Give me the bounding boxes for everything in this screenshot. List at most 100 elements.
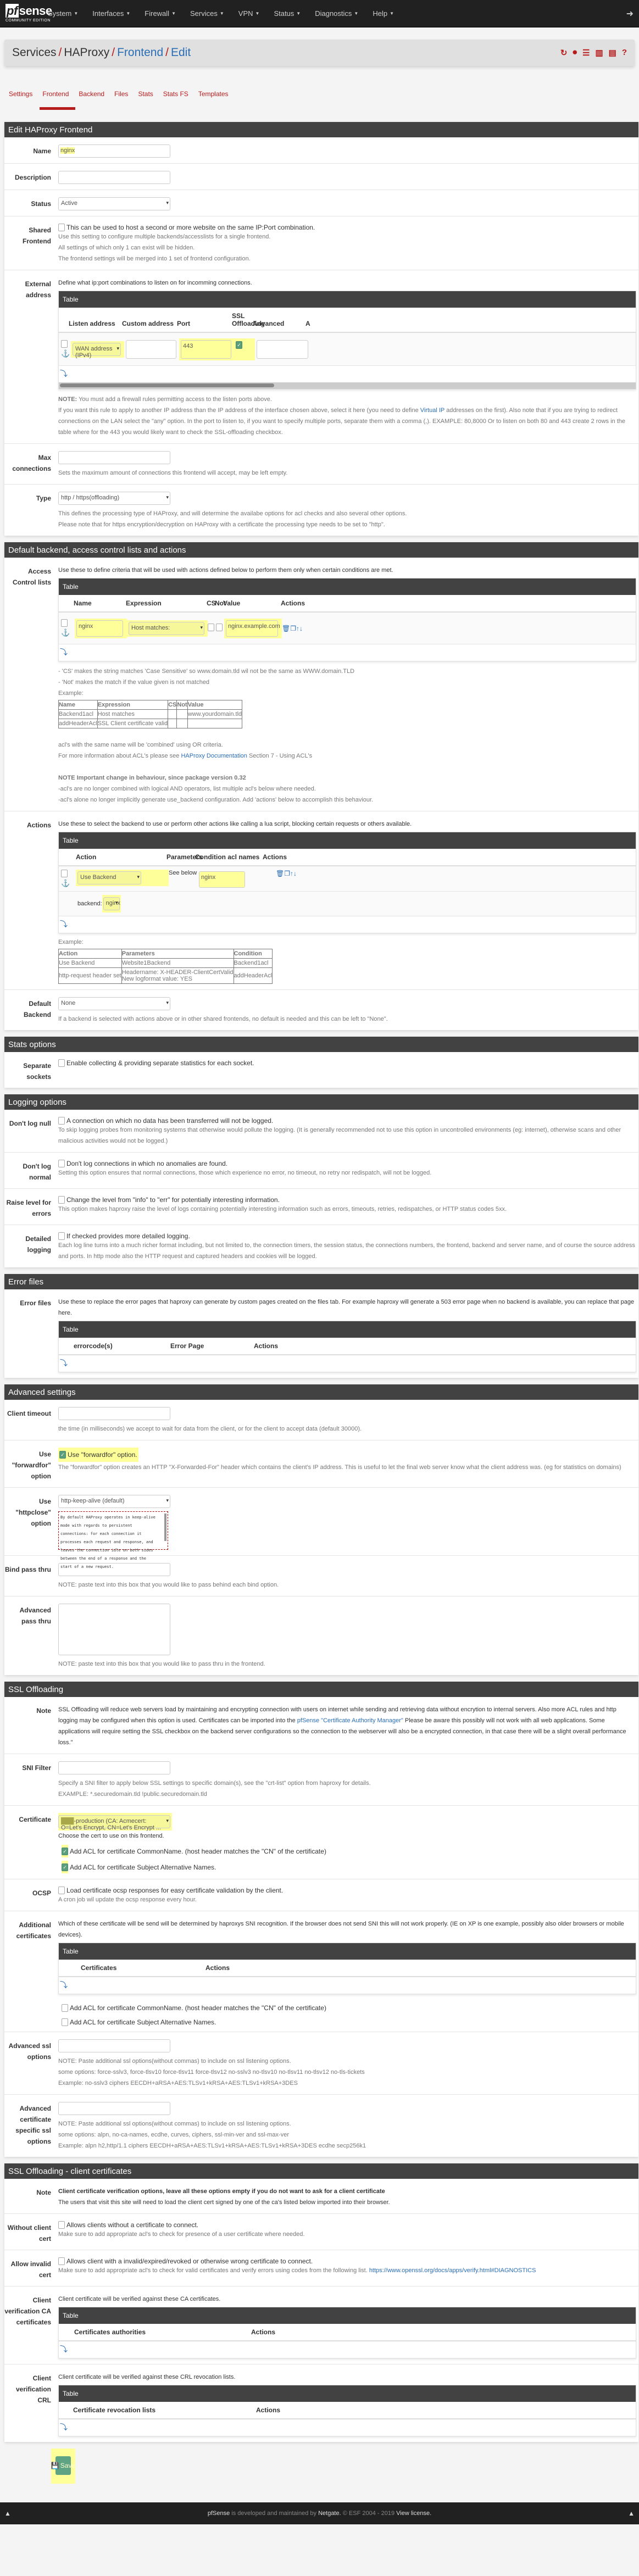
move-down-icon[interactable]: ↓ — [293, 870, 297, 877]
certificate-manager-link[interactable]: pfSense "Certificate Authority Manager" — [297, 1717, 403, 1724]
help-icon[interactable]: ? — [622, 48, 627, 58]
additional-acl-san-checkbox[interactable] — [62, 2018, 68, 2026]
tab-stats-fs[interactable]: Stats FS — [163, 90, 195, 103]
shared-frontend-checkbox[interactable] — [58, 224, 65, 231]
port-input[interactable]: 443 — [181, 340, 231, 359]
add-row-icon[interactable]: ⤵ — [59, 2341, 636, 2358]
custom-address-input[interactable] — [126, 340, 176, 359]
scrollbar[interactable] — [164, 1514, 166, 1541]
additional-acl-cn-checkbox[interactable] — [62, 2004, 68, 2012]
backend-select[interactable]: nginx — [103, 897, 120, 910]
sliders-icon[interactable]: ☰ — [582, 48, 590, 58]
advanced-ssl-input[interactable] — [58, 2039, 170, 2052]
detailed-logging-checkbox[interactable] — [58, 1232, 65, 1240]
without-client-cert-checkbox[interactable] — [58, 2221, 65, 2229]
haproxy-docs-link[interactable]: HAProxy Documentation — [181, 753, 247, 759]
sni-filter-input[interactable] — [58, 1761, 170, 1774]
nav-system[interactable]: System ▼ — [48, 9, 78, 18]
view-license-link[interactable]: View license. — [396, 2510, 431, 2517]
scroll-top-icon[interactable]: ▲ — [628, 2510, 635, 2517]
scroll-top-icon[interactable]: ▲ — [4, 2510, 11, 2517]
add-row-icon[interactable]: ⤵ — [59, 1355, 636, 1372]
tab-backend[interactable]: Backend — [79, 90, 111, 103]
copy-icon[interactable]: ❐ — [290, 625, 296, 632]
logout-icon[interactable]: ➜ — [626, 8, 634, 19]
anchor-icon[interactable]: ⚓ — [61, 349, 71, 358]
acl-example-table: Name Expression CS Not Value Backend1acl Host… — [58, 700, 243, 728]
additional-certificates-label: Additional certificates — [16, 1921, 51, 1940]
tab-stats[interactable]: Stats — [138, 90, 159, 103]
dont-log-normal-checkbox[interactable] — [58, 1160, 65, 1167]
add-row-icon[interactable]: ⤵ — [59, 916, 636, 933]
action-row-checkbox[interactable] — [61, 870, 68, 877]
panel-title: SSL Offloading — [4, 1682, 638, 1697]
netgate-link[interactable]: Netgate. — [318, 2510, 341, 2517]
max-connections-input[interactable] — [58, 451, 170, 464]
type-select[interactable]: http / https(offloading) — [58, 492, 170, 505]
listen-address-select[interactable]: WAN address (IPv4) — [73, 342, 121, 359]
acl-san-checkbox[interactable]: ✓ — [62, 1863, 68, 1871]
nav-help[interactable]: Help ▼ — [373, 9, 394, 18]
allow-invalid-cert-checkbox[interactable] — [58, 2257, 65, 2265]
tab-templates[interactable]: Templates — [198, 90, 235, 103]
ssl-offloading-checkbox[interactable]: ✓ — [236, 341, 242, 349]
nav-vpn[interactable]: VPN ▼ — [238, 9, 260, 18]
stop-icon[interactable]: ⏺ — [573, 48, 577, 58]
nav-services[interactable]: Services ▼ — [190, 9, 224, 18]
add-row-icon[interactable]: ⤵ — [59, 2419, 636, 2436]
anchor-icon[interactable]: ⚓ — [61, 628, 70, 637]
delete-icon[interactable]: 🗑 — [276, 870, 284, 877]
breadcrumb-haproxy: HAProxy — [64, 46, 110, 59]
virtual-ip-link[interactable]: Virtual IP — [420, 407, 444, 414]
tab-settings[interactable]: Settings — [9, 90, 39, 103]
acl-cs-checkbox[interactable] — [208, 624, 214, 631]
separate-sockets-checkbox[interactable] — [58, 1059, 65, 1067]
ocsp-checkbox[interactable] — [58, 1887, 65, 1894]
log-icon[interactable]: ▤ — [609, 48, 616, 58]
restart-icon[interactable]: ↻ — [560, 48, 568, 58]
httpclose-select[interactable]: http-keep-alive (default) — [58, 1495, 170, 1508]
advanced-input[interactable] — [257, 340, 308, 359]
breadcrumb-edit[interactable]: Edit — [171, 46, 191, 59]
add-row-icon[interactable]: ⤵ — [59, 1977, 636, 1994]
row-select-checkbox[interactable] — [61, 340, 68, 348]
tab-frontend[interactable]: Frontend — [40, 90, 76, 110]
pfsense-logo[interactable]: pf sense COMMUNITY EDITION — [5, 3, 52, 23]
action-select[interactable]: Use Backend — [77, 871, 141, 884]
acl-expression-select[interactable]: Host matches: — [129, 621, 204, 635]
bar-chart-icon[interactable]: ▥ — [595, 48, 603, 58]
nav-firewall[interactable]: Firewall ▼ — [145, 9, 176, 18]
anchor-icon[interactable]: ⚓ — [61, 879, 70, 887]
nav-diagnostics[interactable]: Diagnostics ▼ — [315, 9, 358, 18]
description-input[interactable] — [58, 171, 170, 184]
nav-status[interactable]: Status ▼ — [274, 9, 301, 18]
tab-files[interactable]: Files — [114, 90, 135, 103]
condition-acl-input[interactable]: nginx — [199, 871, 245, 888]
dont-log-null-checkbox[interactable] — [58, 1117, 65, 1125]
move-down-icon[interactable]: ↓ — [299, 625, 303, 632]
acl-not-checkbox[interactable] — [216, 624, 223, 631]
copy-icon[interactable]: ❐ — [284, 870, 290, 877]
openssl-diagnostics-link[interactable]: https://www.openssl.org/docs/apps/verify… — [369, 2267, 536, 2274]
nav-interfaces[interactable]: Interfaces ▼ — [92, 9, 130, 18]
client-timeout-input[interactable] — [58, 1407, 170, 1420]
save-button[interactable]: 💾 Save — [51, 2456, 75, 2475]
horizontal-scrollbar[interactable] — [59, 382, 636, 389]
add-row-icon[interactable]: ⤵ — [59, 366, 636, 382]
advanced-pass-thru-label: Advanced pass thru — [19, 1606, 51, 1625]
acl-row-checkbox[interactable] — [61, 619, 68, 627]
certificate-select[interactable]: ███-production (CA: Acmecert: O=Let's En… — [58, 1815, 170, 1831]
advanced-cert-ssl-input[interactable] — [58, 2102, 170, 2115]
status-select[interactable]: Active — [58, 197, 170, 210]
advanced-pass-thru-textarea[interactable] — [58, 1604, 170, 1655]
acl-value-input[interactable]: nginx.example.com — [226, 620, 280, 637]
acl-cn-checkbox[interactable]: ✓ — [62, 1848, 68, 1855]
add-row-icon[interactable]: ⤵ — [59, 644, 636, 661]
acl-name-input[interactable]: nginx — [76, 620, 123, 637]
forwardfor-checkbox[interactable]: ✓ — [59, 1451, 66, 1459]
raise-level-checkbox[interactable] — [58, 1196, 65, 1204]
default-backend-select[interactable]: None — [58, 997, 170, 1010]
delete-icon[interactable]: 🗑 — [282, 625, 290, 632]
breadcrumb-frontend[interactable]: Frontend — [117, 46, 163, 59]
name-input[interactable]: nginx — [58, 144, 170, 158]
